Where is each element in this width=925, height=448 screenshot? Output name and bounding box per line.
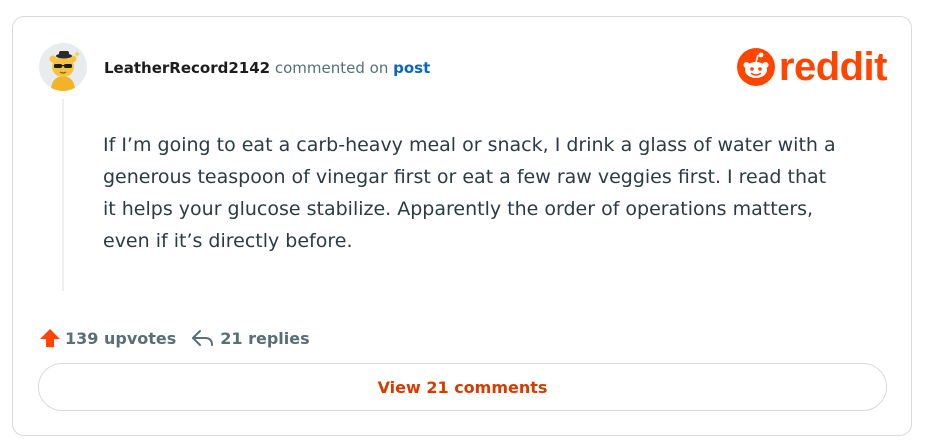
thread-line <box>62 99 64 291</box>
view-comments-button[interactable]: View 21 comments <box>38 363 887 411</box>
user-avatar[interactable] <box>39 43 87 91</box>
upvote-arrow-icon <box>40 329 60 347</box>
avatar-image <box>39 43 87 91</box>
upvote-count: 139 upvotes <box>65 328 177 348</box>
upvote-button[interactable]: 139 upvotes <box>39 327 176 349</box>
reddit-wordmark: reddit <box>778 45 888 89</box>
reddit-logo[interactable]: reddit <box>736 45 888 89</box>
post-link[interactable]: post <box>393 59 430 77</box>
action-text: commented on <box>274 59 389 77</box>
reply-count: 21 replies <box>220 328 310 348</box>
comment-body: If I’m going to eat a carb-heavy meal or… <box>103 134 836 252</box>
comment-actions: 139 upvotes 21 replies <box>39 327 324 349</box>
username-link[interactable]: LeatherRecord2142 <box>104 59 270 77</box>
replies-button[interactable]: 21 replies <box>190 327 310 349</box>
comment-header: LeatherRecord2142 commented on post <box>104 57 430 79</box>
comment-embed-card: LeatherRecord2142 commented on post redd… <box>12 16 912 436</box>
reddit-snoo-icon <box>736 48 775 86</box>
reply-arrow-icon <box>192 330 214 346</box>
